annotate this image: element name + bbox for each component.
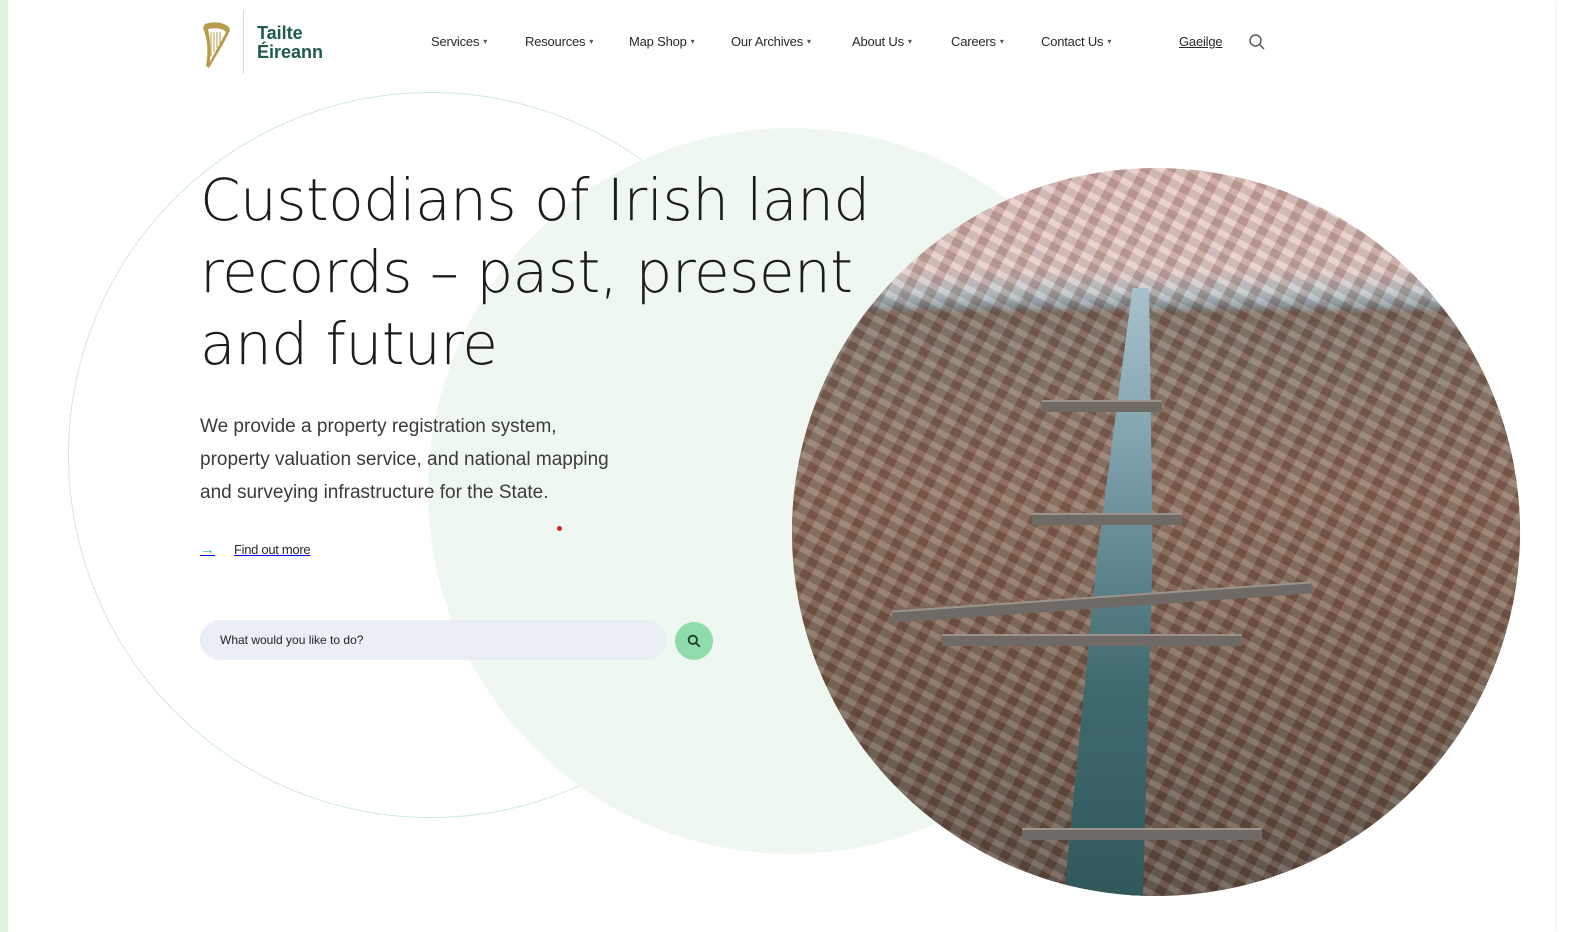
hero-description-line: We provide a property registration syste… <box>200 416 557 437</box>
search-input[interactable] <box>218 632 648 648</box>
harp-icon <box>203 22 230 68</box>
nav-item-our-archives[interactable]: Our Archives ▾ <box>731 34 811 49</box>
chevron-down-icon: ▾ <box>483 37 488 46</box>
language-switch-link[interactable]: Gaeilge <box>1179 34 1223 49</box>
nav-item-services[interactable]: Services ▾ <box>431 34 487 49</box>
hero-title-line: records – past, present <box>200 238 853 306</box>
search-icon <box>687 634 701 648</box>
hero-title: Custodians of Irish land records – past,… <box>200 164 870 380</box>
nav-item-label: Map Shop <box>629 34 687 49</box>
hero-title-line: Custodians of Irish land <box>200 166 870 234</box>
cursor-dot <box>557 526 562 531</box>
chevron-down-icon: ▾ <box>907 37 912 46</box>
nav-item-label: About Us <box>852 34 904 49</box>
nav-item-label: Contact Us <box>1041 34 1104 49</box>
nav-item-label: Resources <box>525 34 586 49</box>
chevron-down-icon: ▾ <box>690 37 695 46</box>
brand-name-line2: Éireann <box>257 42 324 62</box>
find-out-more-label: Find out more <box>234 541 311 557</box>
logo-divider <box>243 10 244 74</box>
nav-item-resources[interactable]: Resources ▾ <box>525 34 593 49</box>
nav-item-map-shop[interactable]: Map Shop ▾ <box>629 34 695 49</box>
bridge-shape <box>1032 513 1182 525</box>
brand-name-line1: Tailte <box>257 23 303 43</box>
chevron-down-icon: ▾ <box>807 37 811 46</box>
chevron-down-icon: ▾ <box>1107 37 1112 46</box>
nav-item-label: Services <box>431 34 480 49</box>
hero-description: We provide a property registration syste… <box>200 410 700 509</box>
search-icon[interactable] <box>1248 33 1266 51</box>
hero-description-line: and surveying infrastructure for the Sta… <box>200 482 549 503</box>
hero-title-line: and future <box>200 310 498 378</box>
brand-wordmark: Tailte Éireann <box>257 24 323 62</box>
left-edge-strip <box>0 0 8 932</box>
nav-item-about-us[interactable]: About Us ▾ <box>852 34 912 49</box>
nav-item-careers[interactable]: Careers ▾ <box>951 34 1004 49</box>
find-out-more-link[interactable]: → Find out more <box>200 538 311 560</box>
chevron-down-icon: ▾ <box>589 37 594 46</box>
search-submit-button[interactable] <box>675 622 713 660</box>
bridge-shape <box>1042 400 1162 412</box>
bridge-shape <box>942 634 1242 646</box>
nav-item-label: Careers <box>951 34 996 49</box>
hero-description-line: property valuation service, and national… <box>200 449 609 470</box>
city-texture <box>792 168 1520 896</box>
search-field-wrapper <box>200 620 666 660</box>
right-edge-frame <box>1557 0 1585 932</box>
nav-item-label: Our Archives <box>731 34 804 49</box>
nav-item-contact-us[interactable]: Contact Us ▾ <box>1041 34 1111 49</box>
hero-city-image <box>792 168 1520 896</box>
chevron-down-icon: ▾ <box>999 37 1004 46</box>
arrow-right-icon: → <box>200 540 215 558</box>
bridge-shape <box>1022 828 1262 840</box>
